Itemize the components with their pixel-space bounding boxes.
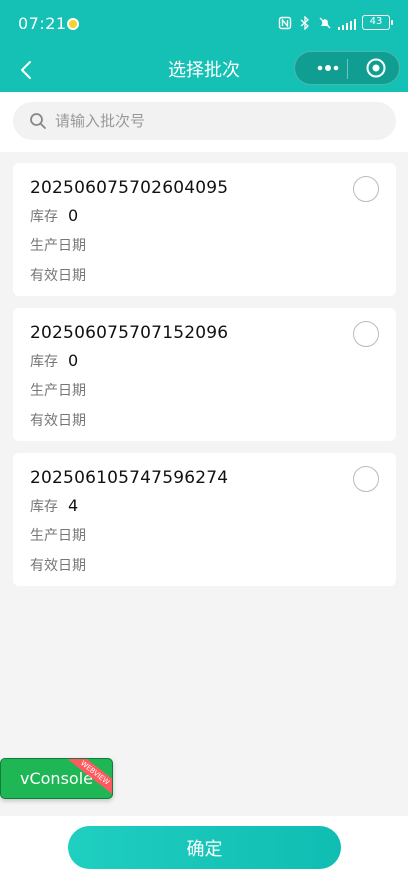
vconsole-button[interactable]: vConsole WEBVIEW: [0, 758, 113, 799]
expiry-date-label: 有效日期: [30, 268, 86, 284]
nav-bar: 选择批次: [0, 48, 408, 92]
close-miniprogram-button[interactable]: [357, 52, 395, 84]
stock-value: 4: [68, 496, 79, 515]
target-circle-icon: [366, 58, 386, 78]
batch-list: 202506075702604095 库存 0 生产日期 有效日期 2025060…: [13, 163, 396, 598]
header: 07:21 43 选择批次: [0, 0, 408, 92]
production-date-label: 生产日期: [30, 528, 86, 544]
status-icons: 43: [278, 15, 393, 30]
batch-radio[interactable]: [353, 466, 379, 492]
signal-icon: [338, 16, 356, 30]
batch-radio[interactable]: [353, 176, 379, 202]
search-icon: [30, 113, 46, 129]
bluetooth-icon: [300, 15, 309, 30]
mute-bell-icon: [319, 17, 331, 28]
expiry-date-label: 有效日期: [30, 558, 86, 574]
batch-number: 202506075707152096: [30, 323, 229, 343]
nfc-icon: [278, 16, 292, 29]
stock-label: 库存: [30, 499, 58, 515]
stock-label: 库存: [30, 209, 58, 225]
search-input[interactable]: [55, 112, 375, 130]
status-bar: 07:21 43: [0, 0, 408, 48]
footer-bar: 确定: [0, 816, 408, 880]
batch-number: 202506105747596274: [30, 468, 229, 488]
stock-value: 0: [68, 206, 79, 225]
search-box[interactable]: [13, 102, 396, 140]
stock-label: 库存: [30, 354, 58, 370]
production-date-label: 生产日期: [30, 238, 86, 254]
batch-number: 202506075702604095: [30, 178, 229, 198]
stock-value: 0: [68, 351, 79, 370]
batch-card[interactable]: 202506075707152096 库存 0 生产日期 有效日期: [13, 308, 396, 441]
search-section: [0, 92, 408, 152]
battery-icon: 43: [362, 15, 393, 30]
batch-card[interactable]: 202506075702604095 库存 0 生产日期 有效日期: [13, 163, 396, 296]
batch-card[interactable]: 202506105747596274 库存 4 生产日期 有效日期: [13, 453, 396, 586]
stock-row: 库存 0: [30, 351, 78, 371]
notification-dot-icon: [67, 18, 79, 30]
miniprogram-capsule: [294, 51, 400, 85]
vconsole-label: vConsole: [20, 769, 93, 788]
more-dots-icon: [317, 65, 339, 71]
batch-radio[interactable]: [353, 321, 379, 347]
expiry-date-label: 有效日期: [30, 413, 86, 429]
capsule-divider: [347, 59, 348, 79]
confirm-button[interactable]: 确定: [68, 826, 341, 869]
production-date-label: 生产日期: [30, 383, 86, 399]
more-button[interactable]: [309, 52, 347, 84]
stock-row: 库存 4: [30, 496, 78, 516]
status-time: 07:21: [18, 14, 67, 33]
stock-row: 库存 0: [30, 206, 78, 226]
